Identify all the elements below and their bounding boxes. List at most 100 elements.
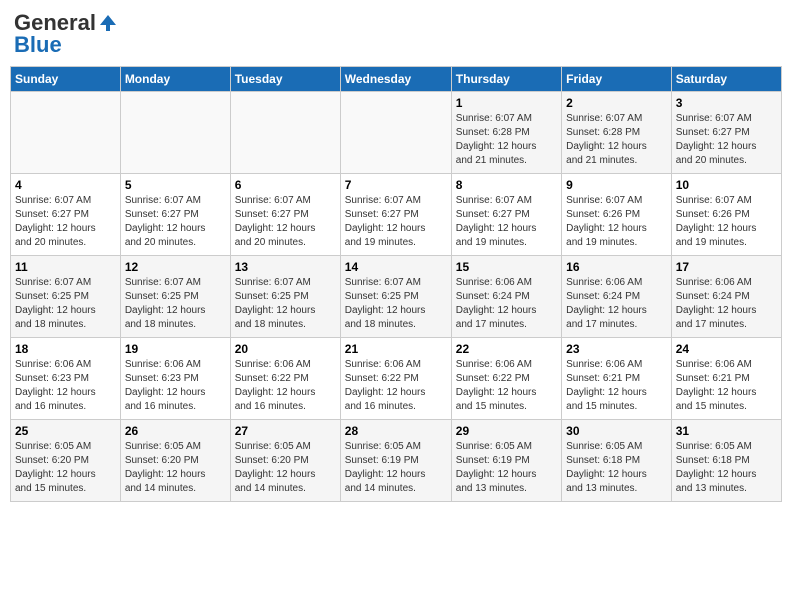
calendar-cell: 27 Sunrise: 6:05 AM Sunset: 6:20 PM Dayli… xyxy=(230,420,340,502)
calendar-cell: 30 Sunrise: 6:05 AM Sunset: 6:18 PM Dayli… xyxy=(562,420,672,502)
day-number: 9 xyxy=(566,178,667,192)
day-info: Sunrise: 6:06 AM Sunset: 6:23 PM Dayligh… xyxy=(125,358,226,414)
day-number: 6 xyxy=(235,178,336,192)
day-number: 8 xyxy=(456,178,557,192)
calendar-cell: 26 Sunrise: 6:05 AM Sunset: 6:20 PM Dayli… xyxy=(120,420,230,502)
day-number: 27 xyxy=(235,424,336,438)
day-number: 14 xyxy=(345,260,447,274)
logo-icon xyxy=(98,13,118,33)
calendar-cell: 16 Sunrise: 6:06 AM Sunset: 6:24 PM Dayli… xyxy=(562,256,672,338)
calendar-cell: 19 Sunrise: 6:06 AM Sunset: 6:23 PM Dayli… xyxy=(120,338,230,420)
weekday-header-monday: Monday xyxy=(120,67,230,92)
calendar-cell: 4 Sunrise: 6:07 AM Sunset: 6:27 PM Daylig… xyxy=(11,174,121,256)
day-info: Sunrise: 6:06 AM Sunset: 6:24 PM Dayligh… xyxy=(456,276,557,332)
day-number: 19 xyxy=(125,342,226,356)
day-info: Sunrise: 6:07 AM Sunset: 6:28 PM Dayligh… xyxy=(566,112,667,168)
calendar: SundayMondayTuesdayWednesdayThursdayFrid… xyxy=(10,66,782,502)
day-info: Sunrise: 6:06 AM Sunset: 6:24 PM Dayligh… xyxy=(676,276,777,332)
calendar-cell: 13 Sunrise: 6:07 AM Sunset: 6:25 PM Dayli… xyxy=(230,256,340,338)
calendar-cell: 24 Sunrise: 6:06 AM Sunset: 6:21 PM Dayli… xyxy=(671,338,781,420)
day-info: Sunrise: 6:06 AM Sunset: 6:22 PM Dayligh… xyxy=(235,358,336,414)
day-number: 23 xyxy=(566,342,667,356)
calendar-cell: 23 Sunrise: 6:06 AM Sunset: 6:21 PM Dayli… xyxy=(562,338,672,420)
day-info: Sunrise: 6:06 AM Sunset: 6:24 PM Dayligh… xyxy=(566,276,667,332)
calendar-cell: 10Sunrise: 6:07 AM Sunset: 6:26 PM Dayli… xyxy=(671,174,781,256)
calendar-cell: 1Sunrise: 6:07 AM Sunset: 6:28 PM Daylig… xyxy=(451,92,561,174)
calendar-cell: 21 Sunrise: 6:06 AM Sunset: 6:22 PM Dayli… xyxy=(340,338,451,420)
logo: General Blue xyxy=(14,10,118,58)
weekday-header-tuesday: Tuesday xyxy=(230,67,340,92)
calendar-cell: 6 Sunrise: 6:07 AM Sunset: 6:27 PM Daylig… xyxy=(230,174,340,256)
day-number: 30 xyxy=(566,424,667,438)
calendar-cell: 14Sunrise: 6:07 AM Sunset: 6:25 PM Dayli… xyxy=(340,256,451,338)
day-number: 29 xyxy=(456,424,557,438)
calendar-cell: 12 Sunrise: 6:07 AM Sunset: 6:25 PM Dayli… xyxy=(120,256,230,338)
weekday-header-thursday: Thursday xyxy=(451,67,561,92)
day-info: Sunrise: 6:07 AM Sunset: 6:26 PM Dayligh… xyxy=(566,194,667,250)
day-number: 13 xyxy=(235,260,336,274)
day-number: 11 xyxy=(15,260,116,274)
day-number: 4 xyxy=(15,178,116,192)
calendar-cell: 29Sunrise: 6:05 AM Sunset: 6:19 PM Dayli… xyxy=(451,420,561,502)
weekday-header-saturday: Saturday xyxy=(671,67,781,92)
day-info: Sunrise: 6:07 AM Sunset: 6:27 PM Dayligh… xyxy=(235,194,336,250)
day-info: Sunrise: 6:05 AM Sunset: 6:18 PM Dayligh… xyxy=(566,440,667,496)
day-info: Sunrise: 6:07 AM Sunset: 6:27 PM Dayligh… xyxy=(456,194,557,250)
day-number: 31 xyxy=(676,424,777,438)
calendar-cell: 8 Sunrise: 6:07 AM Sunset: 6:27 PM Daylig… xyxy=(451,174,561,256)
day-info: Sunrise: 6:07 AM Sunset: 6:25 PM Dayligh… xyxy=(125,276,226,332)
calendar-cell: 5Sunrise: 6:07 AM Sunset: 6:27 PM Daylig… xyxy=(120,174,230,256)
day-info: Sunrise: 6:05 AM Sunset: 6:20 PM Dayligh… xyxy=(15,440,116,496)
day-info: Sunrise: 6:06 AM Sunset: 6:21 PM Dayligh… xyxy=(676,358,777,414)
day-number: 28 xyxy=(345,424,447,438)
day-info: Sunrise: 6:05 AM Sunset: 6:20 PM Dayligh… xyxy=(125,440,226,496)
calendar-cell: 7 Sunrise: 6:07 AM Sunset: 6:27 PM Daylig… xyxy=(340,174,451,256)
day-number: 16 xyxy=(566,260,667,274)
calendar-cell: 9 Sunrise: 6:07 AM Sunset: 6:26 PM Daylig… xyxy=(562,174,672,256)
day-number: 17 xyxy=(676,260,777,274)
calendar-cell xyxy=(120,92,230,174)
calendar-cell: 18 Sunrise: 6:06 AM Sunset: 6:23 PM Dayli… xyxy=(11,338,121,420)
calendar-cell xyxy=(230,92,340,174)
day-number: 20 xyxy=(235,342,336,356)
day-info: Sunrise: 6:06 AM Sunset: 6:21 PM Dayligh… xyxy=(566,358,667,414)
day-number: 18 xyxy=(15,342,116,356)
calendar-cell: 28Sunrise: 6:05 AM Sunset: 6:19 PM Dayli… xyxy=(340,420,451,502)
calendar-cell: 15 Sunrise: 6:06 AM Sunset: 6:24 PM Dayli… xyxy=(451,256,561,338)
calendar-cell: 17 Sunrise: 6:06 AM Sunset: 6:24 PM Dayli… xyxy=(671,256,781,338)
day-number: 25 xyxy=(15,424,116,438)
day-info: Sunrise: 6:06 AM Sunset: 6:22 PM Dayligh… xyxy=(456,358,557,414)
calendar-cell: 11 Sunrise: 6:07 AM Sunset: 6:25 PM Dayli… xyxy=(11,256,121,338)
day-info: Sunrise: 6:06 AM Sunset: 6:22 PM Dayligh… xyxy=(345,358,447,414)
calendar-cell xyxy=(11,92,121,174)
day-number: 1 xyxy=(456,96,557,110)
weekday-header-friday: Friday xyxy=(562,67,672,92)
day-info: Sunrise: 6:07 AM Sunset: 6:27 PM Dayligh… xyxy=(676,112,777,168)
day-info: Sunrise: 6:05 AM Sunset: 6:20 PM Dayligh… xyxy=(235,440,336,496)
day-number: 7 xyxy=(345,178,447,192)
calendar-cell: 31 Sunrise: 6:05 AM Sunset: 6:18 PM Dayli… xyxy=(671,420,781,502)
calendar-cell: 20 Sunrise: 6:06 AM Sunset: 6:22 PM Dayli… xyxy=(230,338,340,420)
day-info: Sunrise: 6:07 AM Sunset: 6:25 PM Dayligh… xyxy=(15,276,116,332)
day-info: Sunrise: 6:05 AM Sunset: 6:18 PM Dayligh… xyxy=(676,440,777,496)
logo-blue: Blue xyxy=(14,32,62,58)
day-info: Sunrise: 6:07 AM Sunset: 6:25 PM Dayligh… xyxy=(235,276,336,332)
day-info: Sunrise: 6:07 AM Sunset: 6:27 PM Dayligh… xyxy=(15,194,116,250)
day-number: 26 xyxy=(125,424,226,438)
day-number: 3 xyxy=(676,96,777,110)
weekday-header-sunday: Sunday xyxy=(11,67,121,92)
calendar-cell: 2 Sunrise: 6:07 AM Sunset: 6:28 PM Daylig… xyxy=(562,92,672,174)
calendar-cell: 3 Sunrise: 6:07 AM Sunset: 6:27 PM Daylig… xyxy=(671,92,781,174)
calendar-cell: 22Sunrise: 6:06 AM Sunset: 6:22 PM Dayli… xyxy=(451,338,561,420)
day-number: 2 xyxy=(566,96,667,110)
day-number: 21 xyxy=(345,342,447,356)
day-info: Sunrise: 6:06 AM Sunset: 6:23 PM Dayligh… xyxy=(15,358,116,414)
day-number: 15 xyxy=(456,260,557,274)
day-number: 24 xyxy=(676,342,777,356)
day-info: Sunrise: 6:07 AM Sunset: 6:27 PM Dayligh… xyxy=(345,194,447,250)
page-header: General Blue xyxy=(10,10,782,58)
calendar-cell: 25 Sunrise: 6:05 AM Sunset: 6:20 PM Dayli… xyxy=(11,420,121,502)
day-number: 12 xyxy=(125,260,226,274)
day-number: 10 xyxy=(676,178,777,192)
day-info: Sunrise: 6:07 AM Sunset: 6:27 PM Dayligh… xyxy=(125,194,226,250)
